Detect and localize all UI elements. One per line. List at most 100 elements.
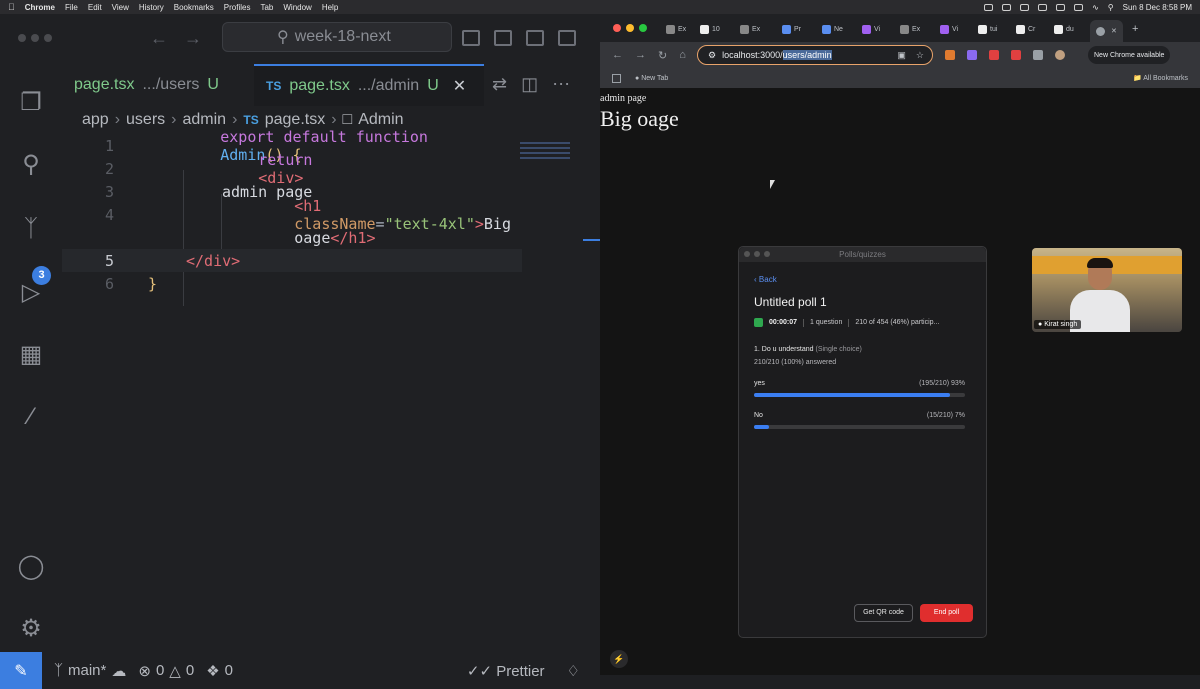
tab-admin-page[interactable]: TS page.tsx .../admin U ✕ xyxy=(254,64,484,106)
menu-tab[interactable]: Tab xyxy=(260,3,273,12)
extension-icon[interactable] xyxy=(1011,50,1021,60)
menu-clock[interactable]: Sun 8 Dec 8:58 PM xyxy=(1123,3,1192,12)
extension-icon[interactable] xyxy=(989,50,999,60)
all-bookmarks[interactable]: 📁 All Bookmarks xyxy=(1133,74,1188,82)
tab-path: .../admin xyxy=(357,77,420,94)
menu-view[interactable]: View xyxy=(112,3,129,12)
new-tab-button[interactable]: + xyxy=(1132,20,1138,38)
menu-file[interactable]: File xyxy=(65,3,78,12)
browser-tab[interactable]: Cr xyxy=(1016,20,1035,38)
status-icon[interactable] xyxy=(1056,3,1066,11)
code-editor[interactable]: 1 export default function Admin() { 2 re… xyxy=(62,128,600,654)
browser-tab[interactable]: Ne xyxy=(822,20,843,38)
toggle-secondary-sidebar-icon[interactable] xyxy=(526,30,544,46)
window-controls[interactable] xyxy=(613,24,647,32)
status-icon[interactable] xyxy=(984,3,994,11)
browser-tab[interactable]: Pr xyxy=(782,20,801,38)
menu-history[interactable]: History xyxy=(139,3,164,12)
browser-tab[interactable]: Ex xyxy=(666,20,686,38)
browser-tab[interactable]: du xyxy=(1054,20,1074,38)
prettier-status[interactable]: ✓✓ Prettier xyxy=(467,662,545,680)
browser-tab[interactable]: tui xyxy=(978,20,997,38)
live-icon xyxy=(754,318,763,327)
nav-arrows: ← → xyxy=(150,28,202,49)
translate-icon[interactable]: ▣ xyxy=(897,50,906,61)
toggle-sidebar-icon[interactable] xyxy=(462,30,480,46)
close-icon[interactable]: ✕ xyxy=(1111,27,1117,35)
forward-arrow-icon[interactable]: → xyxy=(635,49,646,61)
status-icon[interactable] xyxy=(1038,3,1048,11)
lightning-icon[interactable]: ⚡ xyxy=(610,650,628,668)
remote-icon[interactable]: ✎ xyxy=(0,652,42,689)
question-count: 1 question xyxy=(810,319,843,326)
bell-icon[interactable]: ♢ xyxy=(567,662,580,680)
command-center[interactable]: ⚲ week-18-next xyxy=(222,22,452,52)
search-icon[interactable]: ⚲ xyxy=(16,150,46,180)
browser-tab-active[interactable]: ✕ xyxy=(1090,20,1123,42)
browser-tab[interactable]: Vi xyxy=(940,20,958,38)
breadcrumb-item[interactable]: app xyxy=(82,111,109,129)
account-icon[interactable]: ◯ xyxy=(16,552,46,582)
bookmark-new-tab[interactable]: ● New Tab xyxy=(635,75,668,82)
back-arrow-icon[interactable]: ← xyxy=(150,28,168,49)
end-poll-button[interactable]: End poll xyxy=(920,604,973,622)
extension-icon[interactable] xyxy=(945,50,955,60)
customize-layout-icon[interactable] xyxy=(558,30,576,46)
profile-icon[interactable] xyxy=(1055,50,1065,60)
split-editor-icon[interactable]: ◫ xyxy=(521,74,538,95)
wifi-icon[interactable]: ∿ xyxy=(1092,3,1099,12)
battery-icon[interactable] xyxy=(1074,3,1084,11)
menu-app-name[interactable]: Chrome xyxy=(25,3,55,12)
status-icon[interactable] xyxy=(1020,3,1030,11)
forward-arrow-icon[interactable]: → xyxy=(184,28,202,49)
more-actions-icon[interactable]: ⋯ xyxy=(552,74,570,95)
chrome-tabstrip: Ex 10 Ex Pr Ne Vi Ex Vi tui Cr du ✕ + xyxy=(600,14,1200,42)
address-bar[interactable]: ⚙ localhost:3000/users/admin ▣ ☆ xyxy=(697,45,933,65)
minimap[interactable] xyxy=(520,142,570,172)
poll-meta: 00:00:07 1 question 210 of 454 (46%) par… xyxy=(754,318,939,327)
search-icon[interactable]: ⚲ xyxy=(1108,3,1114,12)
tab-users-page[interactable]: page.tsx .../users U xyxy=(62,64,247,106)
menu-help[interactable]: Help xyxy=(322,3,338,12)
scrollbar-marker[interactable] xyxy=(583,239,600,241)
extension-icon[interactable] xyxy=(967,50,977,60)
status-icon[interactable] xyxy=(1002,3,1012,11)
run-debug-icon[interactable]: ▷ xyxy=(16,278,46,308)
poll-titlebar: Polls/quizzes xyxy=(739,247,986,262)
menu-edit[interactable]: Edit xyxy=(88,3,102,12)
window-controls[interactable] xyxy=(744,251,770,257)
browser-tab[interactable]: Ex xyxy=(900,20,920,38)
back-arrow-icon[interactable]: ← xyxy=(612,49,623,61)
gear-icon[interactable]: ⚙ xyxy=(16,614,46,644)
problems-indicator[interactable]: ⊗ 0 △ 0 xyxy=(138,662,194,680)
question-type: (Single choice) xyxy=(815,346,862,353)
browser-tab[interactable]: 10 xyxy=(700,20,720,38)
branch-indicator[interactable]: ᛉ main* ☁ xyxy=(54,662,126,680)
star-icon[interactable]: ☆ xyxy=(916,50,924,61)
compare-changes-icon[interactable]: ⇄ xyxy=(492,74,507,95)
explorer-icon[interactable]: ❐ xyxy=(16,88,46,118)
reload-icon[interactable]: ↻ xyxy=(658,49,667,62)
tab-title: Cr xyxy=(1028,25,1036,33)
source-control-icon[interactable]: ᛉ xyxy=(16,214,46,244)
remote-explorer-icon[interactable]: ⁄ xyxy=(16,402,46,432)
menu-window[interactable]: Window xyxy=(283,3,311,12)
toggle-panel-icon[interactable] xyxy=(494,30,512,46)
site-info-icon[interactable]: ⚙ xyxy=(708,50,716,61)
menu-bookmarks[interactable]: Bookmarks xyxy=(174,3,214,12)
ports-indicator[interactable]: ❖ 0 xyxy=(206,662,233,680)
browser-tab[interactable]: Vi xyxy=(862,20,880,38)
tab-title: tui xyxy=(990,25,998,33)
close-icon[interactable]: ✕ xyxy=(453,76,466,96)
apple-icon[interactable]:  xyxy=(8,2,15,12)
extensions-icon[interactable]: ▦ xyxy=(16,340,46,370)
update-chrome-button[interactable]: New Chrome available xyxy=(1088,46,1171,64)
apps-icon[interactable] xyxy=(612,73,621,83)
get-qr-code-button[interactable]: Get QR code xyxy=(854,604,913,622)
home-icon[interactable]: ⌂ xyxy=(679,49,686,61)
menu-profiles[interactable]: Profiles xyxy=(224,3,251,12)
puzzle-icon[interactable] xyxy=(1033,50,1043,60)
back-button[interactable]: ‹ Back xyxy=(754,275,777,284)
browser-tab[interactable]: Ex xyxy=(740,20,760,38)
window-controls[interactable] xyxy=(18,34,52,42)
